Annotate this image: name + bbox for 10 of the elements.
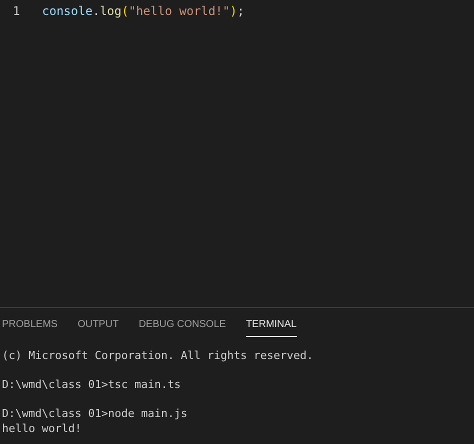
- panel-tab[interactable]: DEBUG CONSOLE: [138, 317, 226, 337]
- terminal-line: D:\wmd\class 01>node main.js: [2, 407, 188, 422]
- panel-tab[interactable]: OUTPUT: [78, 317, 119, 337]
- terminal-line: D:\wmd\class 01>tsc main.ts: [2, 378, 182, 392]
- terminal-line: hello world!: [2, 422, 82, 436]
- line-number: 1: [12, 3, 20, 19]
- terminal-line: (c) Microsoft Corporation. All rights reserved.: [2, 349, 314, 364]
- panel-tab[interactable]: PROBLEMS: [2, 317, 58, 337]
- panel-tab[interactable]: TERMINAL: [246, 317, 296, 337]
- code-line: console.log("hello world!");: [42, 3, 244, 19]
